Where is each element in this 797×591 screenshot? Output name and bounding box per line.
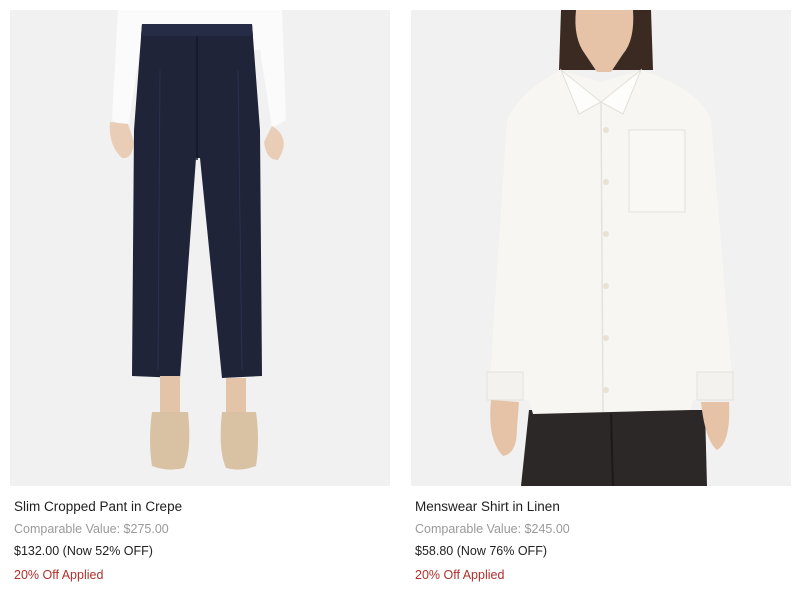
product-title[interactable]: Slim Cropped Pant in Crepe [14, 499, 390, 515]
product-card[interactable]: Menswear Shirt in Linen Comparable Value… [411, 10, 791, 583]
promo-label: 20% Off Applied [14, 568, 104, 582]
product-image-shirt[interactable] [411, 10, 791, 486]
product-grid: Slim Cropped Pant in Crepe Comparable Va… [0, 0, 797, 591]
product-title[interactable]: Menswear Shirt in Linen [415, 499, 791, 515]
shirt-photo [411, 10, 791, 486]
product-meta: Menswear Shirt in Linen Comparable Value… [411, 499, 791, 583]
sale-price: $58.80 (Now 76% OFF) [415, 544, 547, 558]
promo-label: 20% Off Applied [415, 568, 505, 582]
pant-photo [10, 10, 390, 486]
sale-price: $132.00 (Now 52% OFF) [14, 544, 153, 558]
comparable-value: Comparable Value: $245.00 [415, 522, 570, 536]
comparable-value: Comparable Value: $275.00 [14, 522, 169, 536]
product-image-pant[interactable] [10, 10, 390, 486]
product-card[interactable]: Slim Cropped Pant in Crepe Comparable Va… [10, 10, 390, 583]
product-meta: Slim Cropped Pant in Crepe Comparable Va… [10, 499, 390, 583]
